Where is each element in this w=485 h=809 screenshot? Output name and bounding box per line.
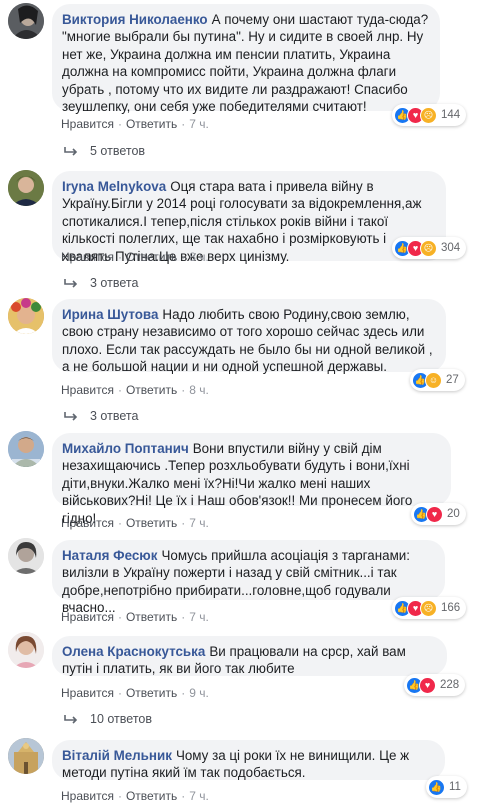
- sad-reaction-icon: ☹: [420, 239, 437, 257]
- reply-link[interactable]: Ответить: [126, 789, 177, 803]
- like-reaction-icon: 👍: [428, 778, 445, 796]
- reaction-count: 27: [446, 374, 459, 386]
- avatar[interactable]: [8, 538, 44, 574]
- view-replies[interactable]: 5 ответов: [64, 144, 145, 158]
- like-link[interactable]: Нравится: [61, 789, 114, 803]
- timestamp[interactable]: 9 ч.: [189, 686, 209, 700]
- comment-author[interactable]: Iryna Melnykova: [62, 179, 166, 194]
- reactions[interactable]: 👍 ☺ 27: [410, 369, 465, 391]
- like-link[interactable]: Нравится: [61, 516, 114, 530]
- avatar[interactable]: [8, 170, 44, 206]
- comment-author[interactable]: Михайло Поптанич: [62, 441, 189, 456]
- avatar-image: [8, 170, 44, 206]
- view-replies[interactable]: 3 ответа: [64, 409, 138, 423]
- reactions[interactable]: 👍 ♥ ☹ 166: [392, 597, 467, 619]
- replies-count: 3 ответа: [90, 276, 139, 290]
- timestamp[interactable]: 7 ч.: [189, 789, 209, 803]
- replies-count: 10 ответов: [90, 712, 152, 726]
- comment-author[interactable]: Виктория Николаенко: [62, 12, 208, 27]
- view-replies[interactable]: 10 ответов: [64, 712, 152, 726]
- reply-link[interactable]: Ответить: [126, 516, 177, 530]
- timestamp[interactable]: 8 ч.: [189, 383, 209, 397]
- timestamp[interactable]: 7 ч.: [189, 610, 209, 624]
- view-replies[interactable]: 3 ответа: [64, 276, 138, 290]
- timestamp[interactable]: 8 ч.: [189, 250, 209, 264]
- avatar-image: [8, 738, 44, 774]
- comment-actions: Нравится · Ответить · 8 ч.: [61, 250, 209, 264]
- comment-bubble: Виктория Николаенко А почему они шастают …: [52, 4, 440, 115]
- avatar[interactable]: [8, 738, 44, 774]
- avatar-image: [8, 538, 44, 574]
- reply-link[interactable]: Ответить: [126, 610, 177, 624]
- like-link[interactable]: Нравится: [61, 686, 114, 700]
- comment-bubble: Олена Краснокутська Ви працювали на срср,…: [52, 636, 447, 676]
- reaction-count: 20: [447, 508, 460, 520]
- avatar-image: [8, 431, 44, 467]
- reply-link[interactable]: Ответить: [126, 250, 177, 264]
- comment-bubble: Наталя Фесюк Чомусь прийшла асоціація з т…: [52, 540, 445, 615]
- reactions[interactable]: 👍 ♥ ☹ 144: [392, 104, 467, 126]
- timestamp[interactable]: 7 ч.: [189, 516, 209, 530]
- avatar-image: [8, 298, 44, 334]
- reaction-count: 228: [440, 679, 460, 691]
- comment-author[interactable]: Віталій Мельник: [62, 748, 172, 763]
- comment-actions: Нравится · Ответить · 7 ч.: [61, 789, 209, 803]
- sad-reaction-icon: ☹: [420, 106, 437, 124]
- avatar[interactable]: [8, 3, 44, 39]
- reply-arrow-icon: [64, 412, 78, 421]
- replies-count: 5 ответов: [90, 144, 146, 158]
- comment-author[interactable]: Ирина Шутова: [62, 307, 158, 322]
- reactions[interactable]: 👍 11: [426, 776, 467, 798]
- reply-link[interactable]: Ответить: [126, 383, 177, 397]
- reply-link[interactable]: Ответить: [126, 117, 177, 131]
- comment-author[interactable]: Наталя Фесюк: [62, 548, 157, 563]
- reply-arrow-icon: [64, 715, 78, 724]
- like-link[interactable]: Нравится: [61, 383, 114, 397]
- reactions[interactable]: 👍 ♥ 20: [411, 503, 466, 525]
- comment-actions: Нравится · Ответить · 8 ч.: [61, 383, 209, 397]
- comment-actions: Нравится · Ответить · 7 ч.: [61, 610, 209, 624]
- reactions[interactable]: 👍 ♥ ☹ 304: [392, 237, 467, 259]
- reaction-count: 11: [449, 781, 461, 793]
- comment-bubble: Віталій Мельник Чому за ці роки їх не вин…: [52, 740, 445, 780]
- reply-link[interactable]: Ответить: [126, 686, 177, 700]
- like-link[interactable]: Нравится: [61, 250, 114, 264]
- comment-actions: Нравится · Ответить · 7 ч.: [61, 117, 209, 131]
- avatar-image: [8, 3, 44, 39]
- comment-author[interactable]: Олена Краснокутська: [62, 644, 205, 659]
- reactions[interactable]: 👍 ♥ 228: [404, 674, 466, 696]
- avatar[interactable]: [8, 632, 44, 668]
- reply-arrow-icon: [64, 147, 78, 156]
- comment-bubble: Iryna Melnykova Оця стара вата і привела …: [52, 171, 446, 264]
- comment-actions: Нравится · Ответить · 9 ч.: [61, 686, 209, 700]
- replies-count: 3 ответа: [90, 409, 139, 423]
- reaction-count: 144: [441, 109, 461, 121]
- avatar-image: [8, 632, 44, 668]
- like-link[interactable]: Нравится: [61, 117, 114, 131]
- love-reaction-icon: ♥: [419, 676, 436, 694]
- comment-bubble: Ирина Шутова Надо любить свою Родину,свою…: [52, 299, 446, 374]
- avatar[interactable]: [8, 431, 44, 467]
- like-link[interactable]: Нравится: [61, 610, 114, 624]
- reaction-count: 166: [441, 602, 461, 614]
- reply-arrow-icon: [64, 279, 78, 288]
- love-reaction-icon: ♥: [426, 505, 443, 523]
- reaction-count: 304: [441, 242, 461, 254]
- haha-reaction-icon: ☺: [425, 371, 442, 389]
- sad-reaction-icon: ☹: [420, 599, 437, 617]
- timestamp[interactable]: 7 ч.: [189, 117, 209, 131]
- comment-bubble: Михайло Поптанич Вони впустили війну у св…: [52, 433, 451, 526]
- comment-text: А почему они шастают туда-сюда? "многие …: [62, 12, 429, 115]
- avatar[interactable]: [8, 298, 44, 334]
- comment-actions: Нравится · Ответить · 7 ч.: [61, 516, 209, 530]
